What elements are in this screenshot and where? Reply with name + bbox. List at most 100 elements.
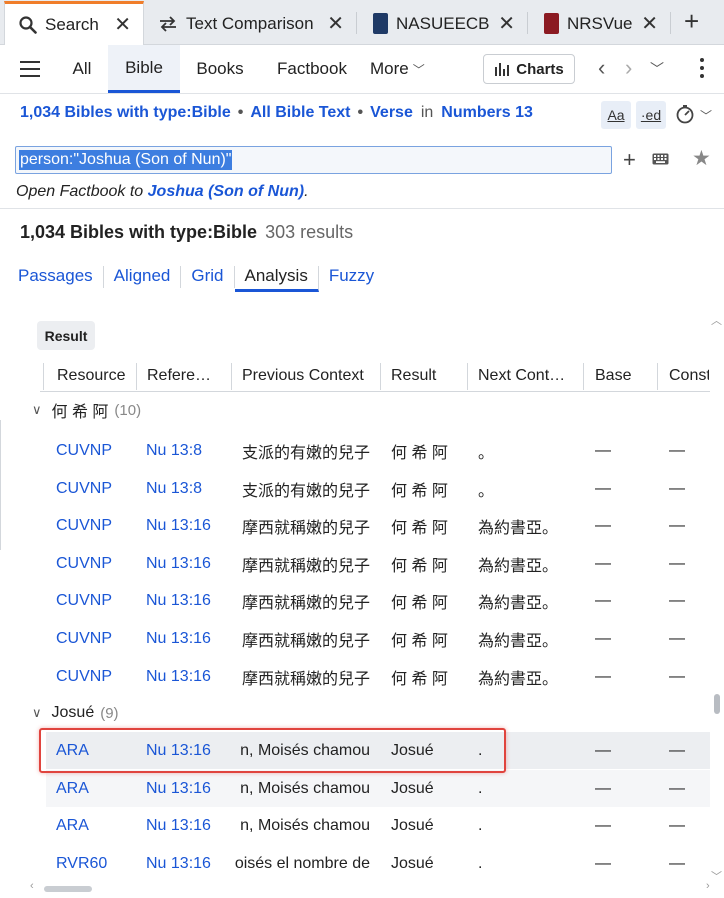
cell-previous-context: 支派的有嫩的兒子 xyxy=(241,444,370,462)
column-separator xyxy=(583,363,584,390)
tab-text-comparison[interactable]: Text Comparison ✕ xyxy=(144,2,356,45)
column-header-const[interactable]: Const xyxy=(669,361,709,391)
cell-reference[interactable]: Nu 13:16 xyxy=(146,845,231,882)
nav-factbook[interactable]: Factbook xyxy=(266,45,358,93)
nav-all[interactable]: All xyxy=(60,45,104,93)
table-row[interactable]: CUVNP Nu 13:16 摩西就稱嫩的兒子 何 希 阿 為約書亞。 — — xyxy=(46,545,710,582)
table-row[interactable]: CUVNP Nu 13:16 摩西就稱嫩的兒子 何 希 阿 為約書亞。 — — xyxy=(46,658,710,695)
table-row[interactable]: CUVNP Nu 13:8 支派的有嫩的兒子 何 希 阿 。 — — xyxy=(46,470,710,507)
cell-reference[interactable]: Nu 13:16 xyxy=(146,770,231,807)
cell-resource[interactable]: CUVNP xyxy=(56,582,136,619)
cell-resource[interactable]: CUVNP xyxy=(56,470,136,507)
view-tab-grid[interactable]: Grid xyxy=(181,266,235,288)
scroll-up-icon[interactable]: ︿ xyxy=(711,312,722,328)
cell-resource[interactable]: ARA xyxy=(56,770,136,807)
close-icon[interactable]: ✕ xyxy=(327,14,344,34)
forward-arrow-icon[interactable]: › xyxy=(625,57,632,79)
group-header[interactable]: ∨ 何 希 阿 (10) xyxy=(32,395,141,425)
more-options-icon[interactable] xyxy=(700,58,705,82)
add-plus-icon[interactable]: + xyxy=(623,149,636,171)
cell-resource[interactable]: RVR60 xyxy=(56,845,136,882)
nav-more[interactable]: More ﹀ xyxy=(370,45,430,93)
nav-bible[interactable]: Bible xyxy=(108,45,180,93)
star-icon[interactable]: ★ xyxy=(692,148,711,169)
cell-reference[interactable]: Nu 13:16 xyxy=(146,507,231,544)
charts-button[interactable]: Charts xyxy=(483,54,575,84)
table-row[interactable]: ARA Nu 13:16 n, Moisés chamou Josué. — — xyxy=(46,770,710,807)
cell-resource[interactable]: ARA xyxy=(56,807,136,844)
scroll-right-icon[interactable]: › xyxy=(706,880,710,892)
cell-resource[interactable]: CUVNP xyxy=(56,545,136,582)
scope-link[interactable]: All Bible Text xyxy=(250,104,350,121)
column-header-reference[interactable]: Refere… xyxy=(147,361,227,391)
column-header-previous-context[interactable]: Previous Context xyxy=(242,361,378,391)
spelling-format-button[interactable]: ·ed xyxy=(636,101,666,129)
group-by-result-chip[interactable]: Result xyxy=(37,321,95,350)
unit-link[interactable]: Verse xyxy=(370,104,413,121)
tab-divider xyxy=(670,12,671,34)
cell-resource[interactable]: CUVNP xyxy=(56,658,136,695)
cell-reference[interactable]: Nu 13:16 xyxy=(146,620,231,657)
factbook-suffix: . xyxy=(304,183,309,200)
column-header-base[interactable]: Base xyxy=(595,361,655,391)
cell-resource[interactable]: CUVNP xyxy=(56,432,136,469)
column-header-result[interactable]: Result xyxy=(391,361,466,391)
view-tab-passages[interactable]: Passages xyxy=(18,266,104,288)
cell-next-context: 為約書亞。 xyxy=(478,557,559,575)
keyboard-icon[interactable] xyxy=(652,153,669,165)
range-link[interactable]: Numbers 13 xyxy=(441,104,533,121)
search-input[interactable]: person:"Joshua (Son of Nun)" xyxy=(15,146,612,174)
search-icon xyxy=(19,16,37,34)
chevron-down-icon[interactable]: ∨ xyxy=(32,705,42,721)
tab-label: Search xyxy=(45,15,99,34)
column-header-next-context[interactable]: Next Cont… xyxy=(478,361,578,391)
cell-const: — xyxy=(669,779,685,797)
cell-next-context: 。 xyxy=(478,482,495,500)
new-tab-plus-icon[interactable]: + xyxy=(684,8,699,34)
column-header-resource[interactable]: Resource xyxy=(57,361,133,391)
horizontal-scrollbar-thumb[interactable] xyxy=(44,886,92,892)
table-row[interactable]: CUVNP Nu 13:8 支派的有嫩的兒子 何 希 阿 。 — — xyxy=(46,432,710,469)
table-row[interactable]: CUVNP Nu 13:16 摩西就稱嫩的兒子 何 希 阿 為約書亞。 — — xyxy=(46,507,710,544)
cell-reference[interactable]: Nu 13:16 xyxy=(146,658,231,695)
font-format-button[interactable]: Aa xyxy=(601,101,631,129)
cell-result: 何 希 阿 xyxy=(391,444,448,462)
scroll-down-icon[interactable]: ﹀ xyxy=(711,868,722,884)
timer-icon[interactable] xyxy=(675,104,695,124)
cell-reference[interactable]: Nu 13:8 xyxy=(146,432,231,469)
view-tabs: Passages Aligned Grid Analysis Fuzzy xyxy=(18,266,384,292)
bibles-filter-link[interactable]: 1,034 Bibles with type:Bible xyxy=(20,104,231,121)
scroll-left-icon[interactable]: ‹ xyxy=(30,880,34,892)
cell-reference[interactable]: Nu 13:16 xyxy=(146,582,231,619)
cell-base: — xyxy=(595,816,611,834)
table-row[interactable]: ARA Nu 13:16 n, Moisés chamou Josué. — — xyxy=(46,807,710,844)
close-icon[interactable]: ✕ xyxy=(641,14,658,34)
close-icon[interactable]: ✕ xyxy=(114,15,131,35)
tab-nasueecb[interactable]: NASUEECB ✕ xyxy=(357,2,527,45)
cell-reference[interactable]: Nu 13:16 xyxy=(146,545,231,582)
table-row[interactable]: RVR60 Nu 13:16 oisés el nombre de Josué. — — xyxy=(46,845,710,882)
factbook-link[interactable]: Joshua (Son of Nun) xyxy=(148,183,304,200)
history-chevron-down-icon[interactable]: ﹀ xyxy=(650,62,664,76)
chevron-down-icon[interactable]: ∨ xyxy=(32,402,42,418)
cell-resource[interactable]: CUVNP xyxy=(56,620,136,657)
tab-nrsvue[interactable]: NRSVue ✕ xyxy=(528,2,670,45)
menu-icon[interactable] xyxy=(20,61,40,77)
view-tab-analysis[interactable]: Analysis xyxy=(234,266,319,292)
group-header[interactable]: ∨ Josué (9) xyxy=(32,698,119,728)
vertical-scrollbar-thumb[interactable] xyxy=(714,694,720,714)
view-tab-aligned[interactable]: Aligned xyxy=(104,266,182,288)
view-tab-fuzzy[interactable]: Fuzzy xyxy=(319,266,384,288)
chevron-down-icon[interactable]: ﹀ xyxy=(700,107,712,124)
cell-reference[interactable]: Nu 13:16 xyxy=(146,807,231,844)
cell-next-context: 為約書亞。 xyxy=(478,519,559,537)
table-row[interactable]: CUVNP Nu 13:16 摩西就稱嫩的兒子 何 希 阿 為約書亞。 — — xyxy=(46,582,710,619)
nav-books[interactable]: Books xyxy=(186,45,254,93)
table-row[interactable]: CUVNP Nu 13:16 摩西就稱嫩的兒子 何 希 阿 為約書亞。 — — xyxy=(46,620,710,657)
back-arrow-icon[interactable]: ‹ xyxy=(598,57,605,79)
cell-base: — xyxy=(595,741,611,759)
tab-search[interactable]: Search ✕ xyxy=(4,1,144,46)
cell-resource[interactable]: CUVNP xyxy=(56,507,136,544)
cell-reference[interactable]: Nu 13:8 xyxy=(146,470,231,507)
close-icon[interactable]: ✕ xyxy=(498,14,515,34)
